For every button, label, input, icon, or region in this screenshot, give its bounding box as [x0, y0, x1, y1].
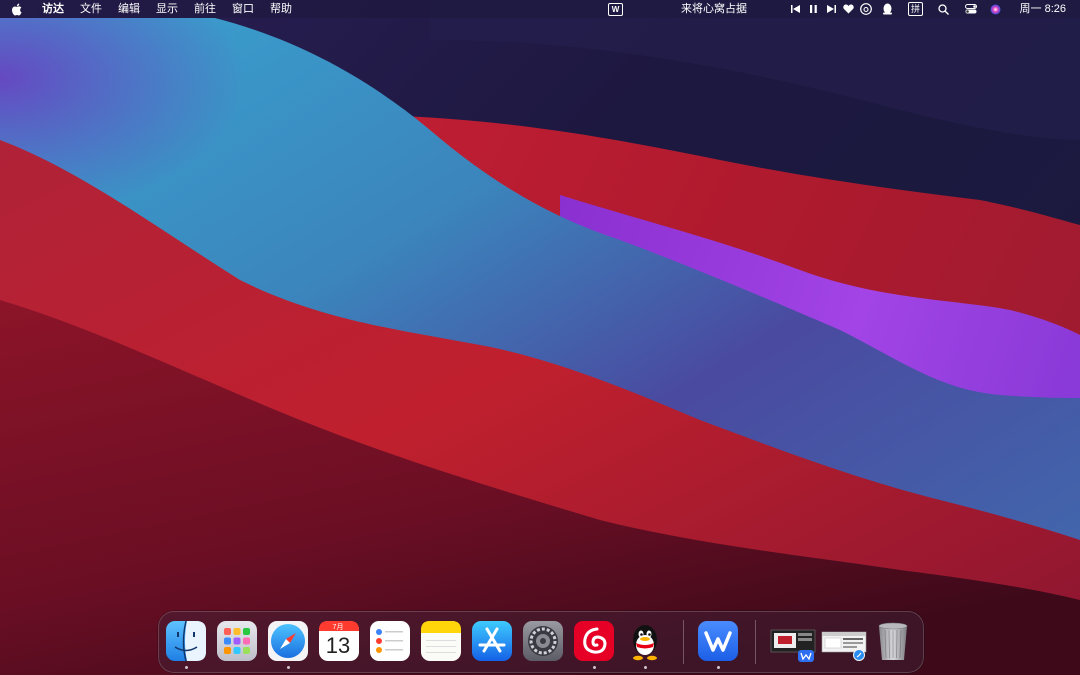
spotlight-icon[interactable] — [930, 0, 958, 18]
apple-logo-icon — [11, 3, 22, 15]
input-method-label: 拼 — [908, 2, 924, 16]
dock-qq[interactable] — [624, 620, 666, 669]
dock-separator — [755, 620, 756, 664]
menu-help[interactable]: 帮助 — [262, 0, 300, 18]
running-indicator — [644, 666, 647, 669]
reminders-icon — [370, 621, 410, 661]
qq-penguin-icon — [633, 625, 657, 661]
now-playing-lyric[interactable]: 来将心窝占据 — [681, 0, 747, 18]
menu-bar-clock[interactable]: 周一 8:26 — [1008, 0, 1080, 18]
dock-app-store[interactable] — [471, 620, 513, 662]
dock-trash[interactable] — [872, 620, 914, 662]
menu-finder[interactable]: 访达 — [32, 0, 72, 18]
wps-office-icon — [698, 621, 738, 661]
dock-separator — [683, 620, 684, 664]
desktop-wallpaper — [0, 0, 1080, 675]
control-center-icon[interactable] — [958, 0, 984, 18]
next-track-icon[interactable] — [824, 0, 840, 18]
dock-launchpad[interactable] — [216, 620, 258, 662]
previous-track-icon[interactable] — [788, 0, 804, 18]
menu-view[interactable]: 显示 — [148, 0, 186, 18]
siri-icon[interactable] — [984, 0, 1008, 18]
menu-bar: 访达 文件 编辑 显示 前往 窗口 帮助 W 来将心窝占据 拼 周一 8:26 — [0, 0, 1080, 18]
heart-icon[interactable] — [840, 0, 858, 18]
system-preferences-icon — [523, 621, 563, 661]
dock-notes[interactable] — [420, 620, 462, 662]
pause-icon[interactable] — [804, 0, 824, 18]
apple-menu-button[interactable] — [0, 0, 32, 18]
input-method-icon[interactable]: 拼 — [902, 0, 930, 18]
running-indicator — [287, 666, 290, 669]
menu-file[interactable]: 文件 — [72, 0, 110, 18]
dock-minimized-safari-window[interactable] — [821, 620, 867, 662]
dock-finder[interactable] — [165, 620, 207, 669]
trash-icon — [878, 622, 908, 660]
netease-cloud-music-icon — [574, 621, 614, 661]
finder-icon — [166, 620, 206, 662]
running-indicator — [185, 666, 188, 669]
launchpad-icon — [217, 621, 257, 661]
wps-status-icon[interactable]: W — [608, 2, 623, 16]
dock-system-preferences[interactable] — [522, 620, 564, 662]
netease-music-icon[interactable] — [858, 0, 874, 18]
running-indicator — [593, 666, 596, 669]
menu-edit[interactable]: 编辑 — [110, 0, 148, 18]
notes-icon — [421, 621, 461, 661]
safari-icon — [268, 621, 308, 661]
menu-go[interactable]: 前往 — [186, 0, 224, 18]
dock: 7月 13 — [158, 611, 924, 673]
calendar-day: 13 — [325, 633, 351, 658]
dock-calendar[interactable]: 7月 13 — [318, 620, 360, 662]
dock-minimized-wps-window[interactable] — [770, 620, 816, 662]
menu-window[interactable]: 窗口 — [224, 0, 262, 18]
running-indicator — [717, 666, 720, 669]
dock-safari[interactable] — [267, 620, 309, 669]
minimized-window-thumbnail — [821, 631, 867, 661]
calendar-month: 7月 — [332, 624, 344, 631]
dock-wps-office[interactable] — [697, 620, 739, 669]
qq-penguin-icon[interactable] — [874, 0, 902, 18]
dock-reminders[interactable] — [369, 620, 411, 662]
dock-netease-cloud-music[interactable] — [573, 620, 615, 669]
app-store-icon — [472, 621, 512, 661]
minimized-window-thumbnail — [770, 629, 816, 662]
